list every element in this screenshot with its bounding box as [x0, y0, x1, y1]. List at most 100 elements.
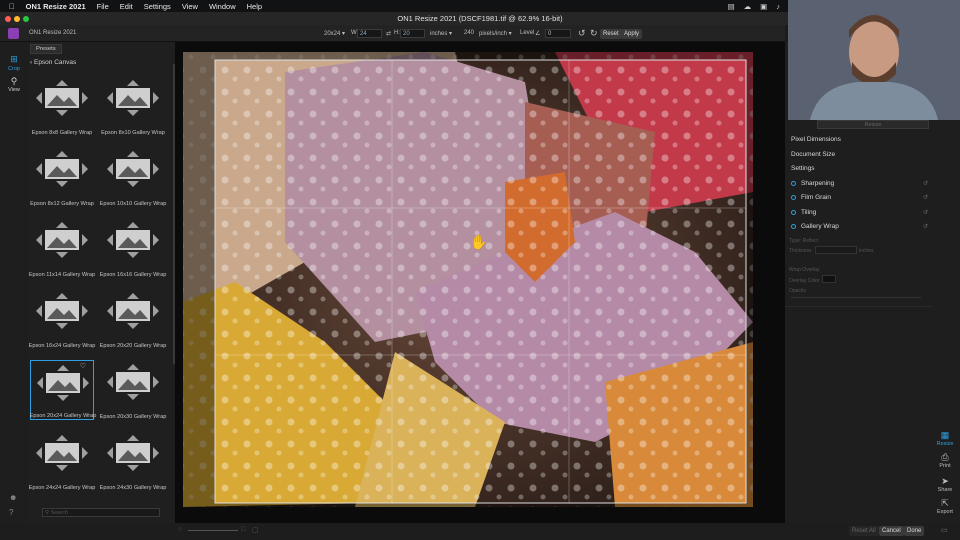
level-label: Level	[520, 30, 535, 36]
image-canvas[interactable]: ✋	[175, 42, 785, 523]
gallery-wrap-toggle[interactable]	[791, 224, 796, 229]
reset-tiling-icon[interactable]: ↺	[923, 209, 928, 216]
preset-label: Epson 16x16 Gallery Wrap	[99, 272, 167, 278]
link-icon[interactable]: ⇄	[386, 30, 391, 37]
zoom-in-icon[interactable]: □	[241, 526, 245, 533]
section-gallery-wrap[interactable]: Gallery Wrap	[801, 223, 839, 230]
film-grain-toggle[interactable]	[791, 195, 796, 200]
gw-thickness-input[interactable]	[815, 246, 857, 254]
image-placeholder-icon	[36, 222, 88, 258]
section-film-grain[interactable]: Film Grain	[801, 194, 831, 201]
presets-tab[interactable]: Presets	[30, 44, 62, 54]
preset-thumbnail[interactable]: Epson 8x12 Gallery Wrap	[30, 147, 94, 207]
preset-thumbnail[interactable]: Epson 20x20 Gallery Wrap	[100, 289, 166, 349]
minimize-window-button[interactable]	[14, 16, 20, 22]
preset-thumbnail[interactable]: Epson 16x24 Gallery Wrap	[29, 289, 95, 349]
view-tool-icon[interactable]: ⚲	[0, 76, 28, 87]
close-window-button[interactable]	[5, 16, 11, 22]
menu-help[interactable]: Help	[247, 2, 262, 11]
menu-settings[interactable]: Settings	[144, 2, 171, 11]
leaf-photo[interactable]: ✋	[175, 42, 785, 523]
apply-button[interactable]: Apply	[621, 29, 643, 39]
chevron-left-icon: ‹	[30, 59, 33, 66]
crop-tool-label: Crop	[8, 66, 20, 72]
gw-overlay-color-swatch[interactable]	[822, 275, 836, 283]
help-icon[interactable]: ?	[9, 508, 13, 517]
search-input[interactable]: ⚲ Search	[42, 508, 160, 517]
preset-thumbnail[interactable]: Epson 24x30 Gallery Wrap	[100, 431, 166, 491]
box-icon[interactable]: ▣	[760, 2, 767, 11]
menu-view[interactable]: View	[182, 2, 198, 11]
section-document-size[interactable]: Document Size	[791, 151, 835, 158]
zoom-window-button[interactable]	[23, 16, 29, 22]
zoom-slider[interactable]	[188, 530, 238, 531]
share-module-button[interactable]: ➤ Share	[930, 476, 960, 493]
resize-button[interactable]: Resize	[817, 120, 929, 129]
screen-icon[interactable]: ▤	[728, 2, 735, 11]
section-pixel-dimensions[interactable]: Pixel Dimensions	[791, 136, 841, 143]
resize-toolbar: ON1 Resize 2021 20x24 ▾ W: 24 ⇄ H: 20 in…	[0, 25, 785, 42]
compare-icon[interactable]: ▢	[252, 526, 259, 534]
image-placeholder-icon	[107, 364, 159, 400]
menu-file[interactable]: File	[97, 2, 109, 11]
level-input[interactable]: 0	[545, 29, 571, 38]
cancel-button[interactable]: Cancel	[879, 526, 904, 536]
reset-button[interactable]: Reset	[600, 29, 622, 39]
size-preset-value: 20x24	[324, 31, 341, 37]
resize-module-button[interactable]: ▦ Resize	[930, 430, 960, 447]
menu-window[interactable]: Window	[209, 2, 236, 11]
resize-module-icon: ▦	[940, 430, 950, 440]
preset-label: Epson 24x30 Gallery Wrap	[99, 485, 167, 491]
gw-overlay-color-label: Overlay Color	[789, 278, 820, 284]
print-icon: ⎙	[941, 452, 949, 462]
section-settings[interactable]: Settings	[791, 165, 815, 172]
section-sharpening[interactable]: Sharpening	[801, 180, 834, 187]
preset-thumbnail[interactable]: Epson 11x14 Gallery Wrap	[29, 218, 95, 278]
menu-app[interactable]: ON1 Resize 2021	[26, 2, 86, 11]
res-units-dropdown[interactable]: pixels/inch ▾	[479, 30, 512, 37]
menu-edit[interactable]: Edit	[120, 2, 133, 11]
right-panel-toggle-icon[interactable]: ▭	[941, 526, 948, 534]
volume-icon[interactable]: ♪	[776, 2, 780, 11]
section-tiling[interactable]: Tiling	[801, 209, 816, 216]
user-icon[interactable]: ☻	[9, 493, 17, 502]
reset-all-button[interactable]: Reset All	[849, 526, 879, 536]
crop-tool-icon[interactable]: ⊞	[0, 54, 28, 65]
width-input[interactable]: 24	[357, 29, 382, 38]
zoom-out-icon[interactable]: ○	[178, 526, 182, 533]
tiling-toggle[interactable]	[791, 210, 796, 215]
app-logo-icon	[8, 28, 19, 39]
resolution-input[interactable]: 240	[464, 30, 474, 36]
preset-thumbnail[interactable]: Epson 24x24 Gallery Wrap	[29, 431, 95, 491]
reset-film-grain-icon[interactable]: ↺	[923, 194, 928, 201]
panel-divider	[785, 306, 933, 307]
size-preset-dropdown[interactable]: 20x24 ▾	[324, 30, 345, 37]
reset-sharpening-icon[interactable]: ↺	[923, 180, 928, 187]
favorite-heart-icon[interactable]: ♡	[80, 362, 86, 370]
rotate-left-icon[interactable]: ↺	[578, 28, 586, 39]
preset-thumbnail[interactable]: Epson 10x10 Gallery Wrap	[100, 147, 166, 207]
level-icon[interactable]: ∠	[535, 30, 540, 37]
image-placeholder-icon	[36, 80, 88, 116]
export-module-button[interactable]: ⇱ Export	[930, 498, 960, 515]
apple-icon[interactable]: 	[9, 2, 15, 11]
back-button[interactable]: ‹ Epson Canvas	[30, 59, 76, 66]
rotate-right-icon[interactable]: ↻	[590, 28, 598, 39]
print-module-button[interactable]: ⎙ Print	[930, 452, 960, 469]
reset-gallery-wrap-icon[interactable]: ↺	[923, 223, 928, 230]
preset-thumbnail[interactable]: Epson 20x24 Gallery Wrap ♡	[30, 360, 96, 420]
preset-thumbnail[interactable]: Epson 16x16 Gallery Wrap	[100, 218, 166, 278]
done-button[interactable]: Done	[904, 526, 925, 536]
presenter-video	[788, 0, 960, 120]
height-input[interactable]: 20	[400, 29, 425, 38]
export-module-label: Export	[937, 509, 953, 515]
preset-thumbnail[interactable]: Epson 8x8 Gallery Wrap	[30, 76, 94, 136]
preset-thumbnail[interactable]: Epson 20x30 Gallery Wrap	[100, 360, 166, 420]
cloud-icon[interactable]: ☁	[744, 2, 752, 11]
search-placeholder: Search	[50, 510, 68, 516]
units-dropdown[interactable]: inches ▾	[430, 30, 452, 37]
gw-opacity-slider[interactable]	[791, 297, 921, 298]
preset-thumbnail[interactable]: Epson 8x10 Gallery Wrap	[101, 76, 165, 136]
preset-label: Epson 11x14 Gallery Wrap	[28, 272, 96, 278]
sharpening-toggle[interactable]	[791, 181, 796, 186]
